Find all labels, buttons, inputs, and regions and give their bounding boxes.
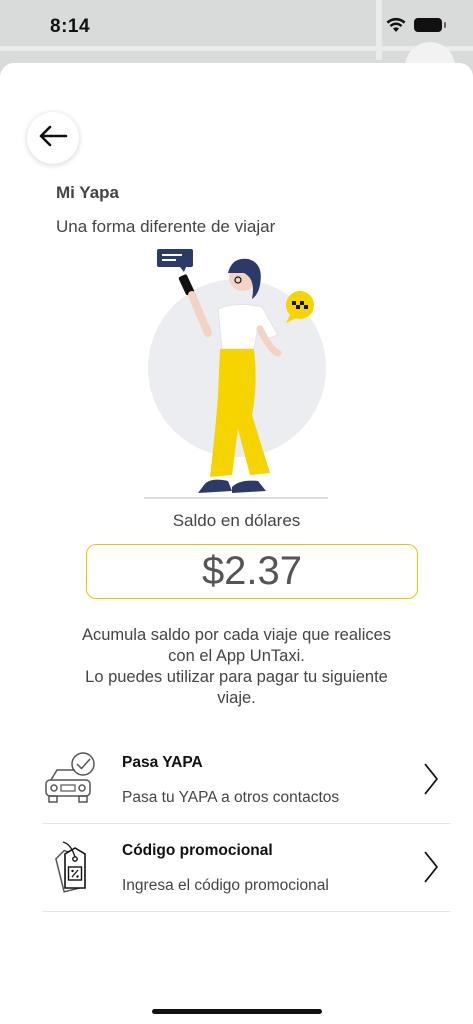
chevron-right-icon xyxy=(423,762,439,801)
back-button[interactable] xyxy=(27,112,79,164)
balance-label: Saldo en dólares xyxy=(172,511,301,530)
battery-icon xyxy=(414,18,446,32)
info-text: Acumula saldo por cada viaje que realice… xyxy=(40,625,433,709)
status-time: 8:14 xyxy=(50,16,91,37)
balance-box: $2.37 xyxy=(86,544,418,599)
status-bar: 8:14 xyxy=(0,0,473,54)
info-line: con el App UnTaxi. xyxy=(168,647,305,665)
chevron-right-icon xyxy=(423,850,439,889)
page-title: Mi Yapa xyxy=(56,183,119,202)
woman-with-phone-illustration xyxy=(140,245,340,510)
info-line: Acumula saldo por cada viaje que realice… xyxy=(81,626,392,644)
info-line: viaje. xyxy=(217,689,256,707)
option-description: Pasa tu YAPA a otros contactos xyxy=(122,789,340,806)
arrow-left-icon xyxy=(38,125,68,152)
option-title: Pasa YAPA xyxy=(122,754,203,771)
balance-value: $2.37 xyxy=(201,549,303,593)
discount-tag-icon xyxy=(43,838,99,901)
promo-code-option[interactable]: Código promocional Ingresa el código pro… xyxy=(43,824,451,912)
info-line: Lo puedes utilizar para pagar tu siguien… xyxy=(85,668,388,686)
home-indicator[interactable] xyxy=(152,1009,322,1014)
page-subtitle: Una forma diferente de viajar xyxy=(56,217,276,236)
car-check-icon xyxy=(43,750,99,813)
option-title: Código promocional xyxy=(122,842,273,859)
option-description: Ingresa el código promocional xyxy=(122,877,329,894)
wifi-icon xyxy=(386,17,406,38)
pasa-yapa-option[interactable]: Pasa YAPA Pasa tu YAPA a otros contactos xyxy=(43,736,451,824)
